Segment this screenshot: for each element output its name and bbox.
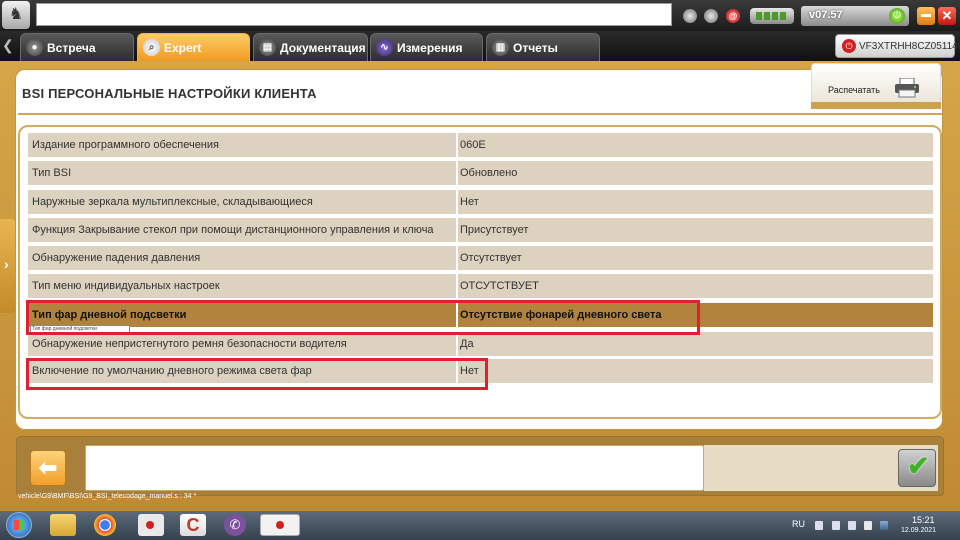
magnifier-icon: ⌕ xyxy=(143,39,160,56)
top-text-field[interactable] xyxy=(36,3,672,26)
home-icon[interactable] xyxy=(704,9,718,23)
viber-icon[interactable]: ✆ xyxy=(224,514,246,536)
language-indicator[interactable]: RU xyxy=(792,519,805,529)
highlight-box xyxy=(26,300,700,335)
close-button[interactable]: ✕ xyxy=(938,7,956,25)
diagbox-icon[interactable] xyxy=(138,514,164,536)
row-label: Тип BSI xyxy=(28,161,456,185)
printer-icon xyxy=(895,78,919,98)
page-title: BSI ПЕРСОНАЛЬНЫЕ НАСТРОЙКИ КЛИЕНТА xyxy=(22,86,317,101)
table-row[interactable]: Обнаружение падения давления Отсутствует xyxy=(28,246,933,270)
tab-label: Встреча xyxy=(47,41,96,55)
battery-indicator-icon xyxy=(750,8,794,24)
tab-documentation[interactable]: ▤ Документация xyxy=(253,33,368,61)
network-icon[interactable] xyxy=(880,521,888,530)
row-label: Тип меню индивидуальных настроек xyxy=(28,274,456,298)
row-value: ОТСУТСТВУЕТ xyxy=(458,274,933,298)
grey-circle-icon[interactable] xyxy=(683,9,697,23)
row-value: Нет xyxy=(458,359,933,383)
top-bar: ♞ @ v07.57 ⏻ ✕ xyxy=(0,0,960,31)
back-button[interactable]: ⬅ xyxy=(30,450,66,486)
row-label: Обнаружение падения давления xyxy=(28,246,456,270)
row-value: Да xyxy=(458,332,933,356)
diagbox-window-icon[interactable] xyxy=(260,514,300,536)
table-row[interactable]: Наружные зеркала мультиплексные, складыв… xyxy=(28,190,933,214)
print-button-strip xyxy=(811,102,941,109)
tab-label: Измерения xyxy=(397,41,463,55)
action-center-flag-icon[interactable] xyxy=(864,521,872,530)
table-row[interactable]: Тип BSI Обновлено xyxy=(28,161,933,185)
chevron-left-icon[interactable]: ❮ xyxy=(2,37,14,54)
confirm-button[interactable]: ✔ xyxy=(898,449,936,487)
table-row[interactable]: Обнаружение непристегнутого ремня безопа… xyxy=(28,332,933,356)
tab-reports[interactable]: ▥ Отчеты xyxy=(486,33,600,61)
tray-icon[interactable] xyxy=(815,521,823,530)
start-button[interactable] xyxy=(6,512,32,538)
report-icon: ▥ xyxy=(492,39,509,56)
taskbar: C ✆ RU 15:21 12.09.2021 xyxy=(0,511,960,540)
arrow-left-icon: ⬅ xyxy=(38,455,58,480)
title-divider xyxy=(18,113,942,115)
table-row[interactable]: Функция Закрывание стекол при помощи дис… xyxy=(28,218,933,242)
highlight-box xyxy=(26,358,488,390)
peugeot-logo-icon: ♞ xyxy=(2,1,30,29)
print-label: Распечатать xyxy=(828,85,880,95)
tab-expert[interactable]: ⌕ Expert xyxy=(137,33,250,61)
main-area: › BSI ПЕРСОНАЛЬНЫЕ НАСТРОЙКИ КЛИЕНТА Рас… xyxy=(0,61,960,511)
script-path: vehicle\G9\BMF\BSI\G9_BSI_telecodage_man… xyxy=(18,493,197,500)
row-value: Присутствует xyxy=(458,218,933,242)
tray-icon[interactable] xyxy=(832,521,840,530)
row-value: 060E xyxy=(458,133,933,157)
battery-tray-icon[interactable] xyxy=(848,521,856,530)
tab-meeting[interactable]: ● Встреча xyxy=(20,33,134,61)
meeting-icon: ● xyxy=(26,39,43,56)
waveform-icon: ∿ xyxy=(376,39,393,56)
row-label: Наружные зеркала мультиплексные, складыв… xyxy=(28,190,456,214)
table-row[interactable]: Тип меню индивидуальных настроек ОТСУТСТ… xyxy=(28,274,933,298)
ccleaner-icon[interactable]: C xyxy=(180,514,206,536)
explorer-icon[interactable] xyxy=(50,514,76,536)
vin-badge[interactable]: ⏻ VF3XTRHH8CZ051140 xyxy=(835,34,960,58)
clock-date[interactable]: 12.09.2021 xyxy=(901,527,936,534)
tab-label: Документация xyxy=(280,41,366,55)
tab-label: Expert xyxy=(164,41,202,55)
power-icon: ⏻ xyxy=(842,39,856,53)
row-value: Нет xyxy=(458,190,933,214)
row-value: Обновлено xyxy=(458,161,933,185)
checkmark-icon: ✔ xyxy=(907,451,930,481)
clock-time[interactable]: 15:21 xyxy=(912,515,935,525)
row-value: Отсутствует xyxy=(458,246,933,270)
chevron-right-icon: › xyxy=(4,256,9,272)
chrome-icon[interactable] xyxy=(94,514,116,536)
vin-text: VF3XTRHH8CZ051140 xyxy=(859,41,960,52)
tab-bar: ❮ ● Встреча ⌕ Expert ▤ Документация ∿ Из… xyxy=(0,31,960,61)
power-ok-icon[interactable]: ⏻ xyxy=(889,8,905,24)
row-label: Функция Закрывание стекол при помощи дис… xyxy=(28,218,456,242)
row-label: Издание программного обеспечения xyxy=(28,133,456,157)
row-label: Обнаружение непристегнутого ремня безопа… xyxy=(28,332,456,356)
minimize-button[interactable] xyxy=(917,7,935,25)
tab-measurements[interactable]: ∿ Измерения xyxy=(370,33,483,61)
documentation-icon: ▤ xyxy=(259,39,276,56)
tab-label: Отчеты xyxy=(513,41,558,55)
message-field[interactable] xyxy=(85,445,704,491)
table-row[interactable]: Издание программного обеспечения 060E xyxy=(28,133,933,157)
version-label: v07.57 xyxy=(809,9,843,21)
at-sign-icon[interactable]: @ xyxy=(726,9,740,23)
